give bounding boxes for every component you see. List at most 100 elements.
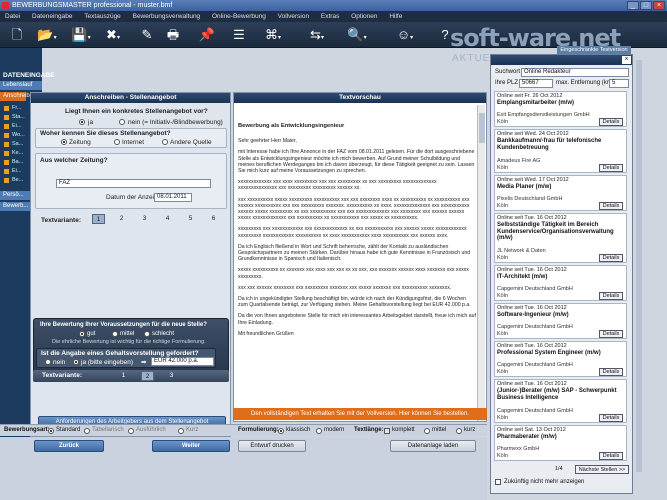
minimize-button[interactable]: _ [627,1,639,10]
job-item[interactable]: Online seit Wed. 17 Oct 2012 Media Plane… [494,175,627,211]
pin-icon[interactable]: 📌 [196,27,218,43]
job-item[interactable]: Online seit Fr. 26 Oct 2012 Emplangsmita… [494,91,627,127]
close-button[interactable]: × [653,1,665,10]
salary-no-radio[interactable] [45,359,51,365]
keyword-label: Suchwort [495,69,521,75]
len-full-checkbox[interactable] [384,428,390,434]
job-date: Online seit Wed. 24 Oct 2012 [497,131,569,137]
job-item[interactable]: Online seit Tue. 16 Oct 2012 IT-Architek… [494,265,627,301]
close-icon[interactable]: × [622,56,631,64]
eval-bad-radio[interactable] [144,331,150,337]
variant-5-button[interactable]: 5 [184,214,197,224]
form-classic-radio[interactable] [278,428,284,434]
menu-hilfe[interactable]: Hilfe [389,13,402,20]
zip-input[interactable]: 50667 [519,79,553,88]
menu-bar: Datei Dateneingabe Textauszüge Bewerbung… [0,11,667,22]
maximize-button[interactable]: □ [640,1,652,10]
details-button[interactable]: Details [599,330,623,338]
back-button[interactable]: Zurück [34,440,104,452]
job-date: Online seit Tue. 16 Oct 2012 [497,305,567,311]
len-medium-radio[interactable] [424,428,430,434]
art-detailed-radio[interactable] [128,428,134,434]
hide-checkbox[interactable] [495,479,501,485]
job-item[interactable]: Online seit Wed. 24 Oct 2012 Bankkaufman… [494,129,627,173]
job-item[interactable]: Online seit Tue. 16 Oct 2012 Professiona… [494,341,627,377]
export-icon[interactable]: ⇆▾ [306,27,328,43]
next-jobs-button[interactable]: Nächste Stellen >> [575,465,629,474]
details-button[interactable]: Details [599,164,623,172]
len-short-radio[interactable] [456,428,462,434]
salary-input[interactable]: EUR 42.000 p.a. [151,357,214,366]
menu-optionen[interactable]: Optionen [351,13,377,20]
job-item[interactable]: Online seit Tue. 16 Oct 2012 Software-In… [494,303,627,339]
smiley-icon[interactable]: ☺▾ [394,27,416,43]
job-company: Capgemini Deutschland GmbH [497,286,573,292]
source-other-radio[interactable] [162,139,168,145]
salary-question: Ist die Angabe eines Gehaltsvorstellung … [41,350,199,357]
art-standard-radio[interactable] [48,428,54,434]
details-button[interactable]: Details [599,118,623,126]
job-list-scrollbar[interactable] [636,60,642,472]
variant2-3-button[interactable]: 3 [165,371,178,381]
variant-6-button[interactable]: 6 [207,214,220,224]
offer-yes-radio[interactable] [79,119,85,125]
newspaper-input[interactable]: FAZ [56,179,211,188]
details-button[interactable]: Details [599,414,623,422]
open-folder-icon[interactable]: 📂▾ [36,27,58,43]
variant2-1-button[interactable]: 1 [117,371,130,381]
menu-bewerbungsverwaltung[interactable]: Bewerbungsverwaltung [133,13,201,20]
job-item[interactable]: Online seit Tue. 16 Oct 2012 Selbstständ… [494,213,627,263]
source-zeitung-radio[interactable] [61,139,67,145]
source-internet-radio[interactable] [114,139,120,145]
menu-datei[interactable]: Datei [5,13,20,20]
eval-bad-label: schlecht [152,331,175,337]
menu-extras[interactable]: Extras [321,13,339,20]
menu-dateneingabe[interactable]: Dateneingabe [32,13,72,20]
print-draft-button[interactable]: Entwurf drucken [238,440,306,452]
variant2-2-button[interactable]: 2 [141,371,154,381]
sidebar-item-lebenslauf[interactable]: Lebenslauf [0,81,42,90]
details-button[interactable]: Details [599,452,623,460]
job-item[interactable]: Online seit Tue. 16 Oct 2012 (Junior-)Be… [494,379,627,423]
next-button[interactable]: Weiter [152,440,230,452]
art-tabular-radio[interactable] [84,428,90,434]
distance-input[interactable]: 5 [609,79,629,88]
list-icon[interactable]: ☰ [228,27,250,43]
details-button[interactable]: Details [599,368,623,376]
len-full-label: komplett [392,427,415,433]
menu-textauszuege[interactable]: Textauszüge [84,13,121,20]
edit-pencil-icon[interactable]: ✎ [136,27,158,43]
delete-icon[interactable]: ✖▾ [102,27,124,43]
salary-yes-radio[interactable] [73,359,79,365]
variant-4-button[interactable]: 4 [161,214,174,224]
search-icon[interactable]: 🔍▾ [346,27,368,43]
variant-3-button[interactable]: 3 [138,214,151,224]
scrollbar-thumb[interactable] [479,113,485,143]
full-version-banner[interactable]: Den vollständigen Text erhalten Sie mit … [233,408,487,420]
eval-good-radio[interactable] [79,331,85,337]
ad-date-input[interactable]: 08.01.2011 [154,193,192,202]
offer-no-radio[interactable] [119,119,125,125]
load-data-button[interactable]: Datenanlage laden [390,440,476,452]
art-short-radio[interactable] [178,428,184,434]
form-modern-radio[interactable] [316,428,322,434]
print-icon[interactable]: 🖶 [162,27,184,43]
eval-medium-radio[interactable] [112,331,118,337]
keyword-input[interactable]: Online Redakteur [521,68,629,77]
menu-vollversion[interactable]: Vollversion [278,13,309,20]
variant-2-button[interactable]: 2 [115,214,128,224]
save-icon[interactable]: 💾▾ [70,27,92,43]
details-button[interactable]: Details [599,202,623,210]
new-document-icon[interactable]: 🗋 [6,27,28,43]
variant-1-button[interactable]: 1 [92,214,105,224]
pdf-icon[interactable]: ⌘▾ [262,27,284,43]
letter-greeting: Sehr geehrter Herr Maier, [238,138,297,145]
art-short-label: Kurz [186,427,199,433]
menu-online-bewerbung[interactable]: Online-Bewerbung [212,13,266,20]
form-classic-label: klassisch [286,427,311,433]
details-button[interactable]: Details [599,254,623,262]
preview-scrollbar[interactable] [477,105,485,421]
details-button[interactable]: Details [599,292,623,300]
sidebar-item-anschreiben[interactable]: Anschreiben [0,92,36,101]
job-item[interactable]: Online seit Sat. 13 Oct 2012 Pharmaberat… [494,425,627,461]
